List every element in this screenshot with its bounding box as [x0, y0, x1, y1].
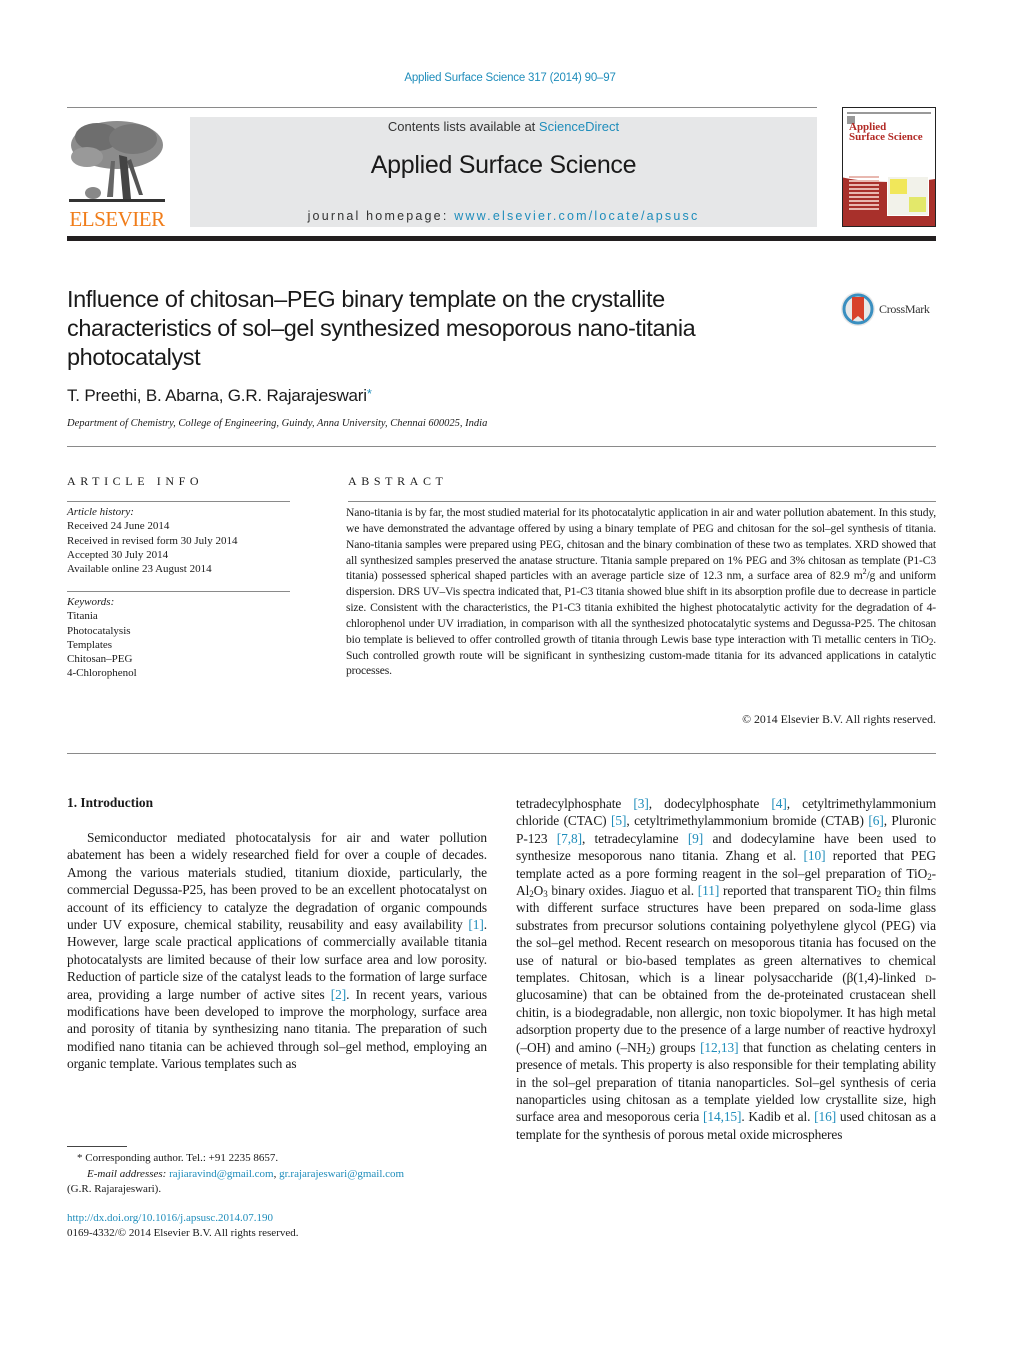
title-divider [67, 446, 936, 447]
body-text: , dodecylphosphate [648, 796, 772, 811]
elsevier-logo[interactable]: ELSEVIER [67, 115, 167, 231]
footnotes: * Corresponding author. Tel.: +91 2235 8… [67, 1151, 487, 1198]
email-line: E-mail addresses: rajiaravind@gmail.com,… [67, 1167, 487, 1183]
history-item: Received 24 June 2014 [67, 520, 170, 533]
article-info-divider [67, 501, 290, 502]
keyword: Chitosan–PEG [67, 653, 133, 666]
sciencedirect-link[interactable]: ScienceDirect [539, 119, 619, 134]
history-item: Available online 23 August 2014 [67, 563, 212, 576]
abstract-divider [348, 501, 936, 502]
abstract-text: Nano-titania is by far, the most studied… [346, 505, 936, 679]
journal-citation-link[interactable]: Applied Surface Science 317 (2014) 90–97 [0, 72, 1020, 84]
citation-link[interactable]: [3] [633, 796, 648, 811]
affiliation: Department of Chemistry, College of Engi… [67, 418, 488, 429]
citation-link[interactable]: [7,8] [557, 831, 582, 846]
doi-link[interactable]: http://dx.doi.org/10.1016/j.apsusc.2014.… [67, 1212, 273, 1224]
body-text: , cetyltrimethylammonium bromide (CTAB) [626, 813, 869, 829]
journal-cover-thumbnail[interactable]: Applied Surface Science [842, 107, 936, 227]
abstract-copyright: © 2014 Elsevier B.V. All rights reserved… [742, 712, 936, 726]
crossmark-button[interactable]: CrossMark [840, 291, 940, 331]
keyword: 4-Chlorophenol [67, 667, 137, 680]
crossmark-icon [841, 292, 875, 326]
citation-link[interactable]: [6] [868, 813, 883, 828]
elsevier-wordmark: ELSEVIER [69, 207, 165, 231]
journal-title: Applied Surface Science [370, 151, 637, 179]
doi-block: http://dx.doi.org/10.1016/j.apsusc.2014.… [67, 1211, 299, 1241]
cover-contents-list [849, 176, 879, 212]
citation-link[interactable]: [10] [804, 848, 826, 863]
citation-link[interactable]: [11] [698, 883, 720, 898]
cover-figure [887, 176, 929, 216]
body-text: . Kadib et al. [741, 1109, 815, 1125]
body-text: ) groups [650, 1039, 701, 1055]
history-item: Received in revised form 30 July 2014 [67, 534, 238, 547]
cover-title: Applied Surface Science [849, 122, 923, 143]
email-link-2[interactable]: gr.rajarajeswari@gmail.com [279, 1168, 404, 1180]
body-text: , tetradecylamine [581, 830, 688, 846]
keyword: Photocatalysis [67, 624, 131, 637]
journal-homepage-link[interactable]: www.elsevier.com/locate/apsusc [454, 209, 699, 223]
abstract-bottom-divider [67, 753, 936, 754]
issn-copyright: 0169-4332/© 2014 Elsevier B.V. All right… [67, 1227, 299, 1239]
cover-header-bar [847, 112, 931, 114]
intro-paragraph-1: Semiconductor mediated photocatalysis fo… [67, 829, 487, 1073]
article-history: Article history: Received 24 June 2014 R… [67, 505, 237, 576]
keyword: Titania [67, 610, 98, 623]
keywords: Keywords: Titania Photocatalysis Templat… [67, 595, 137, 681]
contents-prefix: Contents lists available at [387, 119, 539, 134]
body-text: O [533, 883, 544, 899]
email-owner: (G.R. Rajarajeswari). [67, 1183, 162, 1195]
citation-link[interactable]: [16] [814, 1109, 836, 1124]
journal-homepage-line: journal homepage: www.elsevier.com/locat… [190, 209, 817, 223]
crossmark-label: CrossMark [879, 302, 930, 316]
body-text: Semiconductor mediated photocatalysis fo… [67, 830, 487, 933]
author-list: T. Preethi, B. Abarna, G.R. Rajarajeswar… [67, 386, 372, 406]
body-column-left: Semiconductor mediated photocatalysis fo… [67, 829, 487, 1073]
header-thick-divider [67, 236, 936, 241]
corresponding-author-note: * Corresponding author. Tel.: +91 2235 8… [77, 1152, 279, 1164]
article-info-heading: ARTICLE INFO [67, 474, 204, 488]
introduction-heading: 1. Introduction [67, 795, 154, 810]
citation-link[interactable]: [14,15] [703, 1109, 741, 1124]
header-divider [67, 107, 817, 108]
article-title: Influence of chitosan–PEG binary templat… [67, 286, 696, 370]
abstract-heading: ABSTRACT [348, 474, 448, 488]
authors-names: T. Preethi, B. Abarna, G.R. Rajarajeswar… [67, 386, 367, 405]
body-column-right: tetradecylphosphate [3], dodecylphosphat… [516, 795, 936, 1143]
citation-link[interactable]: [1] [468, 917, 483, 932]
keywords-label: Keywords: [67, 596, 115, 608]
body-text: binary oxides. Jiaguo et al. [547, 883, 698, 899]
keyword: Templates [67, 638, 113, 651]
body-text: thin films with different surface struct… [516, 883, 936, 986]
intro-paragraph-2: tetradecylphosphate [3], dodecylphosphat… [516, 795, 936, 1143]
email-link-1[interactable]: rajiaravind@gmail.com [169, 1168, 274, 1180]
citation-link[interactable]: [2] [331, 987, 346, 1002]
body-text: reported that transparent TiO [719, 883, 877, 899]
history-item: Accepted 30 July 2014 [67, 548, 169, 561]
article-history-label: Article history: [67, 506, 134, 518]
citation-link[interactable]: [4] [771, 796, 786, 811]
homepage-prefix: journal homepage: [307, 209, 455, 223]
abstract-part-1: Nano-titania is by far, the most studied… [346, 506, 936, 583]
body-text: tetradecylphosphate [516, 796, 634, 811]
elsevier-tree-icon [69, 121, 165, 202]
journal-banner: Contents lists available at ScienceDirec… [190, 117, 817, 227]
contents-line: Contents lists available at ScienceDirec… [190, 119, 817, 134]
citation-link[interactable]: [9] [688, 831, 703, 846]
corresponding-author-marker[interactable]: * [367, 386, 372, 401]
citation-link[interactable]: [12,13] [700, 1040, 738, 1055]
footnote-divider [67, 1146, 127, 1147]
email-label: E-mail addresses: [87, 1167, 170, 1180]
keywords-divider [67, 591, 290, 592]
citation-link[interactable]: [5] [611, 813, 626, 828]
cover-title-line-2: Surface Science [849, 131, 923, 143]
